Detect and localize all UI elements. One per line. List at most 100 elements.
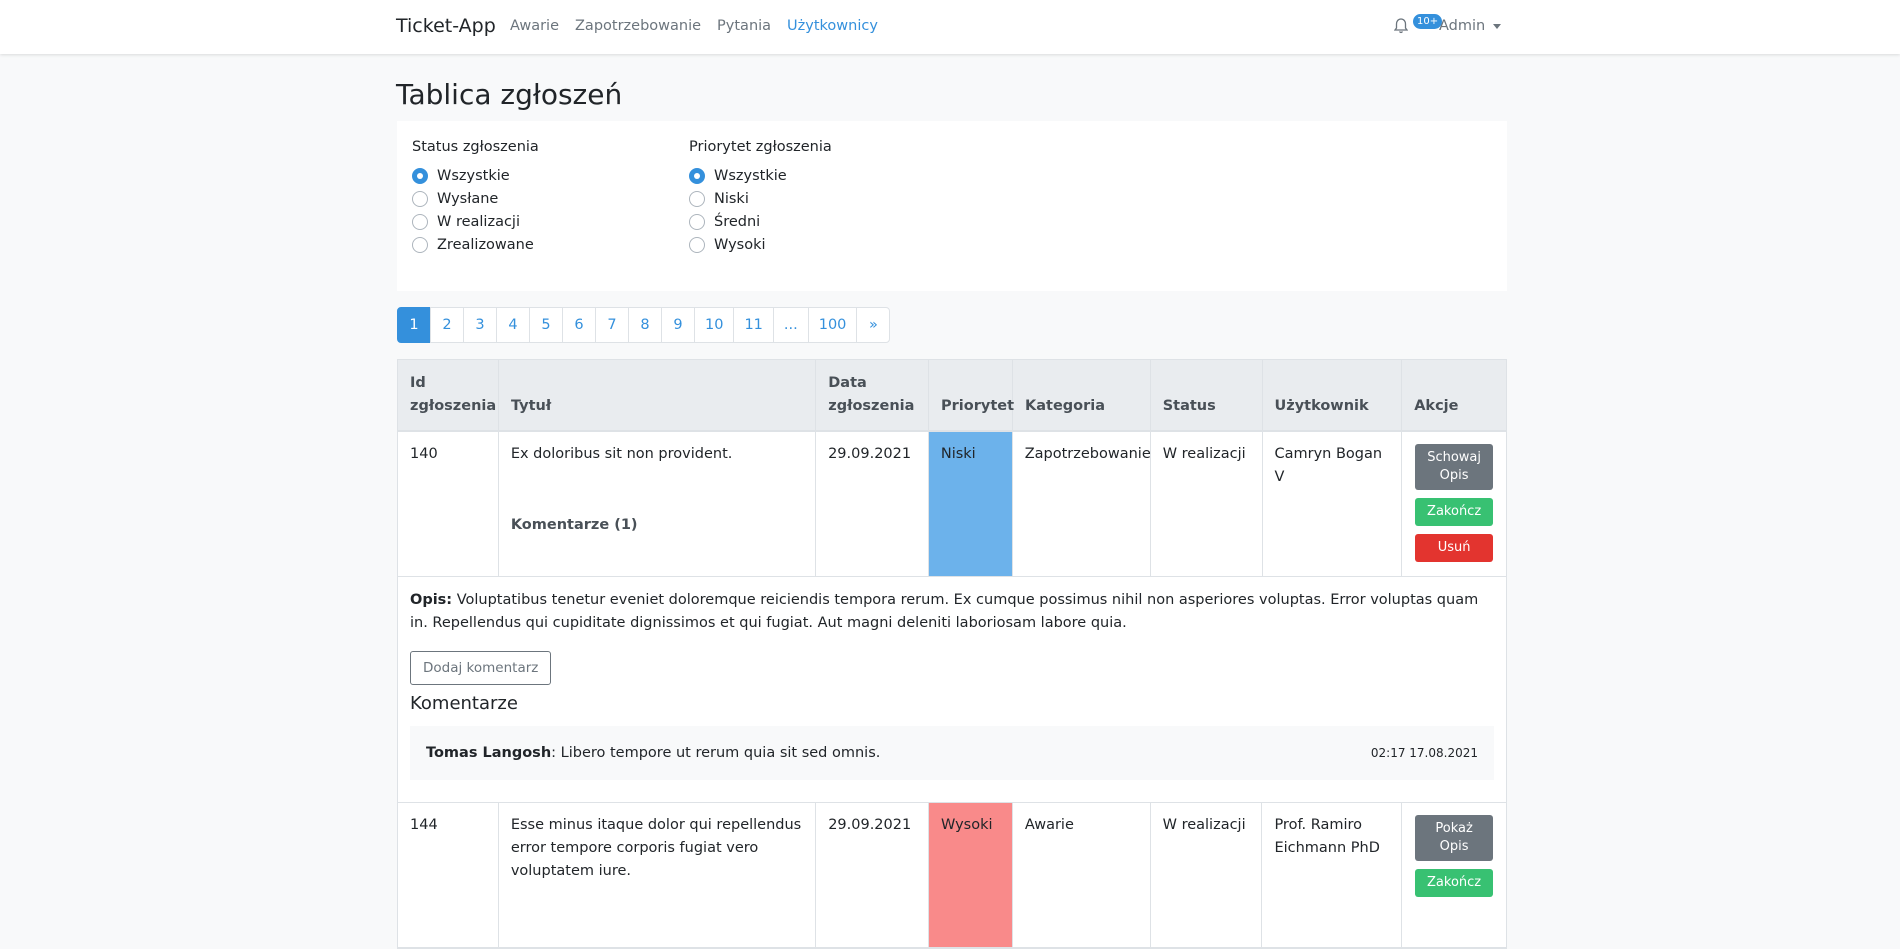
bell-icon <box>1393 18 1409 34</box>
comments-toggle-link[interactable]: Komentarze (1) <box>511 514 803 537</box>
status-radio-zrealizowane[interactable]: Zrealizowane <box>412 233 539 256</box>
radio-unchecked-icon <box>689 236 705 253</box>
radio-unchecked-icon <box>689 213 705 230</box>
radio-label: Niski <box>714 190 749 207</box>
page-link-9[interactable]: 9 <box>661 307 695 343</box>
ticket-actions: Schowaj Opis Zakończ Usuń <box>1402 432 1506 576</box>
page-link-4[interactable]: 4 <box>496 307 530 343</box>
status-radio-wyslane[interactable]: Wysłane <box>412 187 539 210</box>
ticket-description: Opis: Voluptatibus tenetur eveniet dolor… <box>410 589 1494 635</box>
page-link-8[interactable]: 8 <box>628 307 662 343</box>
description-text: Voluptatibus tenetur eveniet doloremque … <box>410 592 1479 631</box>
ticket-user: Prof. Ramiro Eichmann PhD <box>1262 803 1403 947</box>
nav-link-zapotrzebowanie[interactable]: Zapotrzebowanie <box>575 18 701 34</box>
page-link-10[interactable]: 10 <box>694 307 735 343</box>
header-category: Kategoria <box>1013 360 1151 430</box>
comment-timestamp: 02:17 17.08.2021 <box>1370 746 1478 760</box>
comment-item: Tomas Langosh: Libero tempore ut rerum q… <box>410 726 1494 780</box>
radio-unchecked-icon <box>412 213 428 230</box>
page-link-100[interactable]: 100 <box>807 307 858 343</box>
page-next[interactable]: » <box>856 307 891 343</box>
tickets-table: Id zgłoszenia Tytuł Data zgłoszenia Prio… <box>397 359 1507 949</box>
finish-button[interactable]: Zakończ <box>1415 869 1494 897</box>
radio-label: Średni <box>714 213 761 230</box>
priority-radio-wysoki[interactable]: Wysoki <box>689 233 832 256</box>
priority-radio-sredni[interactable]: Średni <box>689 210 832 233</box>
status-radio-w-realizacji[interactable]: W realizacji <box>412 210 539 233</box>
ticket-id: 144 <box>398 803 499 947</box>
page-ellipsis: ... <box>772 307 809 343</box>
nav-link-uzytkownicy[interactable]: Użytkownicy <box>787 18 878 34</box>
main-nav: Awarie Zapotrzebowanie Pytania Użytkowni… <box>510 18 878 34</box>
header-date: Data zgłoszenia <box>816 360 930 430</box>
user-menu-toggle[interactable]: Admin <box>1439 18 1502 34</box>
page-link-1[interactable]: 1 <box>397 307 431 343</box>
radio-label: Wysłane <box>437 190 499 207</box>
priority-filter-label: Priorytet zgłoszenia <box>689 139 832 155</box>
page-title: Tablica zgłoszeń <box>396 78 623 111</box>
radio-checked-icon <box>689 167 705 184</box>
description-label: Opis: <box>410 592 453 608</box>
ticket-category: Awarie <box>1013 803 1151 947</box>
radio-label: Wysoki <box>714 236 766 253</box>
page-link-3[interactable]: 3 <box>463 307 497 343</box>
page-link-11[interactable]: 11 <box>733 307 774 343</box>
add-comment-button[interactable]: Dodaj komentarz <box>410 651 552 685</box>
table-row: 140 Ex doloribus sit non provident. Kome… <box>398 432 1506 577</box>
page-link-7[interactable]: 7 <box>595 307 629 343</box>
ticket-date: 29.09.2021 <box>816 803 929 947</box>
radio-label: Wszystkie <box>437 167 510 184</box>
radio-label: Zrealizowane <box>437 236 534 253</box>
notification-count-badge: 10+ <box>1413 14 1443 29</box>
top-navbar: Ticket-App Awarie Zapotrzebowanie Pytani… <box>0 0 1900 54</box>
comment-body: Tomas Langosh: Libero tempore ut rerum q… <box>426 745 880 761</box>
ticket-status: W realizacji <box>1151 432 1263 576</box>
finish-button[interactable]: Zakończ <box>1415 498 1494 526</box>
priority-filter: Priorytet zgłoszenia Wszystkie Niski Śre… <box>689 139 832 256</box>
page-link-2[interactable]: 2 <box>430 307 464 343</box>
ticket-user: Camryn Bogan V <box>1263 432 1403 576</box>
radio-checked-icon <box>412 167 428 184</box>
header-actions: Akcje <box>1414 398 1459 414</box>
chevron-down-icon <box>1493 23 1502 29</box>
filters-card: Status zgłoszenia Wszystkie Wysłane W re… <box>397 121 1507 291</box>
priority-radio-wszystkie[interactable]: Wszystkie <box>689 164 832 187</box>
ticket-title: Ex doloribus sit non provident. <box>510 446 733 462</box>
pagination: 1 2 3 4 5 6 7 8 9 10 11 ... 100 » <box>397 307 891 343</box>
page-link-6[interactable]: 6 <box>562 307 596 343</box>
ticket-priority: Niski <box>928 432 1013 576</box>
status-radio-wszystkie[interactable]: Wszystkie <box>412 164 539 187</box>
status-filter: Status zgłoszenia Wszystkie Wysłane W re… <box>412 139 539 256</box>
ticket-date: 29.09.2021 <box>816 432 929 576</box>
ticket-title: Esse minus itaque dolor qui repellendus … <box>499 803 817 947</box>
page-link-5[interactable]: 5 <box>529 307 563 343</box>
delete-button[interactable]: Usuń <box>1415 534 1494 562</box>
ticket-category: Zapotrzebowanie <box>1013 432 1151 576</box>
ticket-priority: Wysoki <box>929 803 1013 947</box>
comment-author: Tomas Langosh <box>426 745 552 761</box>
comment-text: : Libero tempore ut rerum quia sit sed o… <box>551 745 881 761</box>
header-status: Status <box>1151 360 1263 430</box>
table-header: Id zgłoszenia Tytuł Data zgłoszenia Prio… <box>398 360 1506 432</box>
status-filter-label: Status zgłoszenia <box>412 139 539 155</box>
ticket-title-cell: Ex doloribus sit non provident. Komentar… <box>499 432 817 576</box>
header-priority: Priorytet <box>929 360 1014 430</box>
header-title: Tytuł <box>499 360 817 430</box>
ticket-status: W realizacji <box>1151 803 1263 947</box>
radio-label: W realizacji <box>437 213 520 230</box>
header-id: Id zgłoszenia <box>398 360 499 430</box>
show-description-button[interactable]: Pokaż Opis <box>1415 815 1494 861</box>
ticket-id: 140 <box>398 432 499 576</box>
hide-description-button[interactable]: Schowaj Opis <box>1415 444 1494 490</box>
priority-radio-niski[interactable]: Niski <box>689 187 832 210</box>
comments-heading: Komentarze <box>410 693 518 714</box>
radio-unchecked-icon <box>689 190 705 207</box>
notifications-button[interactable] <box>1393 14 1409 38</box>
nav-link-awarie[interactable]: Awarie <box>510 18 559 34</box>
nav-link-pytania[interactable]: Pytania <box>717 18 771 34</box>
header-user: Użytkownik <box>1263 360 1403 430</box>
app-brand[interactable]: Ticket-App <box>396 15 496 37</box>
ticket-actions: Pokaż Opis Zakończ <box>1402 803 1506 947</box>
table-row: 144 Esse minus itaque dolor qui repellen… <box>398 803 1506 948</box>
radio-label: Wszystkie <box>714 167 787 184</box>
